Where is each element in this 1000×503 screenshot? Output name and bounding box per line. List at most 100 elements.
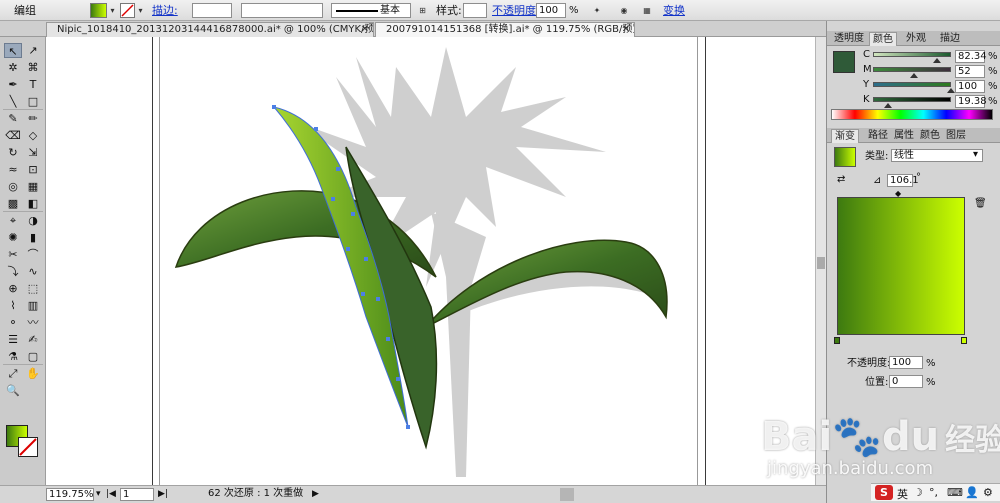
artboard-tool-icon[interactable]: ⬚: [24, 281, 42, 296]
variable-width-select[interactable]: [241, 3, 323, 18]
tab-color-2[interactable]: 颜色: [917, 129, 943, 143]
type-dropdown-icon[interactable]: ▾: [973, 149, 978, 161]
fill-swatch[interactable]: [90, 3, 107, 18]
rotate-tool-icon[interactable]: ↻: [4, 145, 22, 160]
stop-opacity-field[interactable]: 100: [889, 356, 923, 369]
fill-dropdown-icon[interactable]: ▾: [108, 3, 117, 18]
artboard-number-field[interactable]: 1: [120, 488, 154, 501]
type-tool-icon[interactable]: T: [24, 77, 42, 92]
status-menu-icon[interactable]: ▶: [312, 488, 319, 501]
gradient-preview[interactable]: [837, 197, 965, 335]
tab-stroke[interactable]: 描边: [937, 32, 963, 46]
align-icon[interactable]: ⊞: [418, 3, 427, 18]
stroke-indicator[interactable]: [18, 437, 38, 457]
reverse-gradient-icon[interactable]: ⇄: [837, 174, 845, 186]
gradient-type-select[interactable]: 线性: [891, 149, 983, 162]
channel-value-field[interactable]: 19.38: [955, 95, 987, 108]
lasso-tool-icon[interactable]: ⌘: [24, 60, 42, 75]
ime-language[interactable]: 英: [897, 486, 908, 502]
twirl-tool-icon[interactable]: ∿: [24, 264, 42, 279]
zoom-tool-icon[interactable]: 🔍: [4, 383, 22, 398]
midpoint-diamond-icon[interactable]: ◆: [895, 188, 901, 200]
column-graph-tool-icon[interactable]: ▮: [24, 230, 42, 245]
scroll-thumb[interactable]: [817, 257, 825, 269]
channel-slider[interactable]: [873, 52, 951, 57]
zoom-dropdown-icon[interactable]: ▾: [96, 488, 101, 501]
gradient-swatch[interactable]: [834, 147, 856, 167]
channel-value-field[interactable]: 100: [955, 80, 985, 93]
close-icon[interactable]: ✕: [361, 23, 369, 37]
stroke-weight-field[interactable]: [192, 3, 232, 18]
stroke-dropdown-icon[interactable]: ▾: [136, 3, 145, 18]
scale-tool-icon[interactable]: ⇲: [24, 145, 42, 160]
gradient-stop-start[interactable]: [834, 337, 840, 344]
tab-transparency[interactable]: 透明度: [831, 32, 867, 46]
hscroll-thumb[interactable]: [560, 488, 574, 501]
fill-color-swatch[interactable]: [833, 51, 855, 73]
shape-builder-tool-icon[interactable]: ◎: [4, 179, 22, 194]
paintbrush-tool-icon[interactable]: ✎: [4, 111, 22, 126]
channel-value-field[interactable]: 52: [955, 65, 985, 78]
align-options-icon[interactable]: ▦: [640, 3, 654, 18]
wrinkle-tool-icon[interactable]: 〰: [24, 315, 42, 330]
sogou-ime-icon[interactable]: S: [875, 485, 893, 500]
slice-tool-icon[interactable]: ⌇: [4, 298, 22, 313]
free-transform-tool-icon[interactable]: ⊡: [24, 162, 42, 177]
recolor-icon[interactable]: ✦: [590, 3, 604, 18]
pen-tool-icon[interactable]: ✒: [4, 77, 22, 92]
channel-slider[interactable]: [873, 97, 951, 102]
eyedropper-tool-2-icon[interactable]: ✍: [24, 332, 42, 347]
channel-slider-thumb[interactable]: [932, 58, 941, 63]
symbol-sprayer-tool-icon[interactable]: ✺: [4, 230, 22, 245]
punctuation-icon[interactable]: °,: [929, 486, 938, 499]
paint-bucket-tool-icon[interactable]: ⚗: [4, 349, 22, 364]
channel-slider[interactable]: [873, 67, 951, 72]
width-tool-icon[interactable]: ⤵: [4, 264, 22, 279]
color-spectrum[interactable]: [831, 109, 993, 120]
rectangle-tool-icon[interactable]: □: [24, 94, 42, 109]
knife-tool-icon[interactable]: ⤢: [4, 366, 22, 381]
artboard-target-tool-icon[interactable]: ⊕: [4, 281, 22, 296]
pencil-tool-icon[interactable]: ✏: [24, 111, 42, 126]
chart-data-tool-icon[interactable]: ☰: [4, 332, 22, 347]
angle-field[interactable]: 106.1: [887, 174, 919, 187]
next-artboard-icon[interactable]: ▶|: [158, 488, 168, 501]
channel-slider-thumb[interactable]: [883, 103, 892, 108]
opacity-link[interactable]: 不透明度:: [492, 3, 540, 18]
isolate-icon[interactable]: ◉: [617, 3, 631, 18]
tab-attributes[interactable]: 属性: [891, 129, 917, 143]
gradient-stop-end[interactable]: [961, 337, 967, 344]
channel-slider-thumb[interactable]: [947, 88, 955, 93]
scissors-tool-icon[interactable]: ✂: [4, 247, 22, 262]
delete-stop-icon[interactable]: 🗑: [974, 198, 987, 210]
tab-document-1[interactable]: Nipic_1018410_20131203144416878000.ai* @…: [46, 22, 374, 37]
tab-pathfinder[interactable]: 路径: [865, 129, 891, 143]
plant-artwork[interactable]: [46, 37, 815, 485]
perspective-grid-tool-icon[interactable]: ▦: [24, 179, 42, 194]
bar-graph-tool-icon[interactable]: ▥: [24, 298, 42, 313]
transform-link[interactable]: 变换: [663, 3, 685, 18]
blend-tool-icon[interactable]: ◑: [24, 213, 42, 228]
channel-slider[interactable]: [873, 82, 951, 87]
close-icon[interactable]: ✕: [622, 23, 630, 37]
style-select[interactable]: [463, 3, 487, 18]
keyboard-icon[interactable]: ⌨: [947, 486, 963, 499]
tab-layers[interactable]: 图层: [943, 129, 969, 143]
warp-tool-icon[interactable]: ≈: [4, 162, 22, 177]
zoom-field[interactable]: 119.75%: [46, 488, 94, 501]
magic-wand-tool-icon[interactable]: ✲: [4, 60, 22, 75]
tab-color[interactable]: 颜色: [869, 32, 897, 46]
user-icon[interactable]: 👤: [965, 486, 979, 499]
stroke-link[interactable]: 描边:: [152, 3, 178, 18]
hand-tool-icon[interactable]: ✋: [24, 366, 42, 381]
gradient-tool-icon[interactable]: ◧: [24, 196, 42, 211]
blob-brush-tool-icon[interactable]: ⌫: [4, 128, 22, 143]
crystallize-tool-icon[interactable]: ⚬: [4, 315, 22, 330]
reshape-tool-icon[interactable]: ⌒: [24, 247, 42, 262]
settings-icon[interactable]: ⚙: [983, 486, 993, 499]
stroke-swatch[interactable]: [120, 3, 135, 18]
artboard-canvas[interactable]: [46, 37, 815, 485]
eraser-tool-icon[interactable]: ◇: [24, 128, 42, 143]
direct-selection-tool-icon[interactable]: ↗: [24, 43, 42, 58]
tab-gradient[interactable]: 渐变: [831, 129, 859, 143]
